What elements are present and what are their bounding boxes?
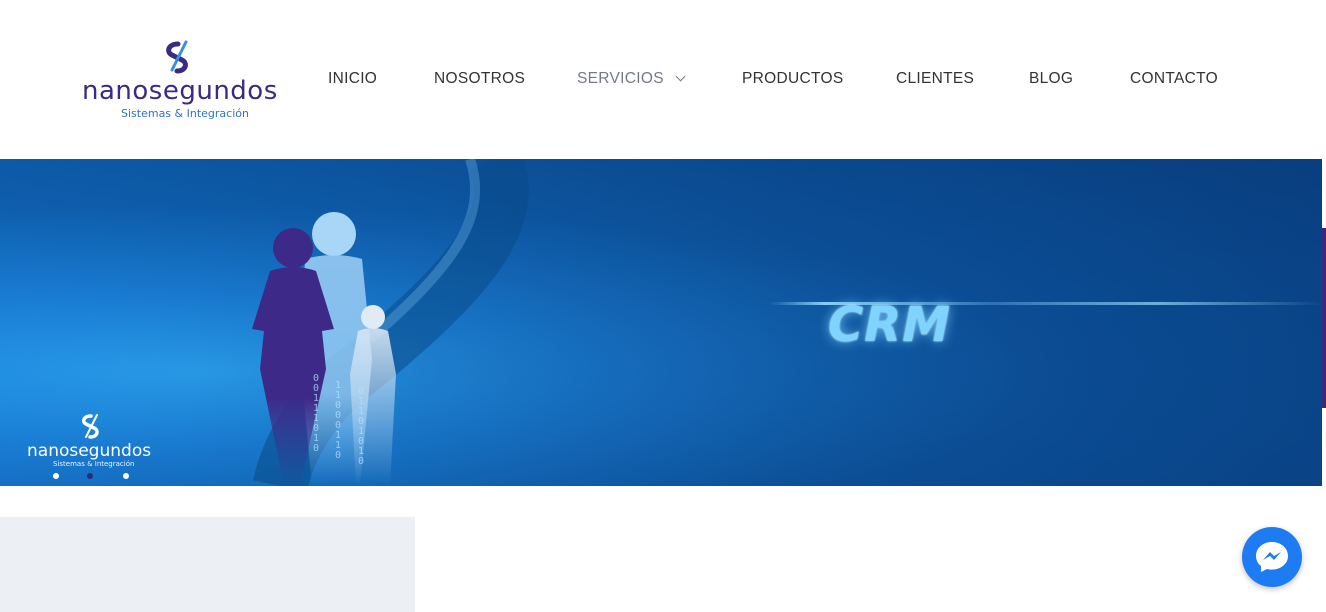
slider-dot-2[interactable]: [87, 473, 93, 479]
nav-servicios[interactable]: SERVICIOS: [577, 70, 686, 88]
slider-pagination: [50, 473, 140, 481]
site-header: nanosegundos Sistemas & Integración INIC…: [0, 0, 1326, 159]
nav-clientes[interactable]: CLIENTES: [896, 70, 974, 88]
binary-stream-1: 0 0 1 1 1 0 1 0: [313, 373, 320, 454]
messenger-chat-button[interactable]: [1242, 527, 1302, 587]
main-nav: INICIO NOSOTROS SERVICIOS PRODUCTOS CLIE…: [0, 70, 1326, 90]
family-illustration: [252, 159, 529, 486]
side-tab[interactable]: [1322, 228, 1326, 408]
messenger-icon: [1256, 542, 1288, 572]
logo-tagline: Sistemas & Integración: [121, 107, 249, 120]
nav-productos[interactable]: PRODUCTOS: [742, 70, 843, 88]
nav-blog[interactable]: BLOG: [1029, 70, 1073, 88]
slider-dot-1[interactable]: [53, 473, 59, 479]
hero-slider[interactable]: 0 0 1 1 1 0 1 0 1 1 0 0 0 1 1 0 0 1 1 0 …: [0, 159, 1322, 486]
binary-stream-2: 1 1 0 0 0 1 1 0: [335, 380, 342, 461]
slider-dot-3[interactable]: [123, 473, 129, 479]
nav-nosotros[interactable]: NOSOTROS: [434, 70, 525, 88]
slide-logo-tagline: Sistemas & Integración: [53, 460, 135, 468]
binary-stream-3: 0 1 1 0 1 0 1 0: [358, 386, 365, 467]
slide-headline: CRM: [828, 297, 951, 353]
nav-servicios-label: SERVICIOS: [577, 70, 664, 87]
nav-contacto[interactable]: CONTACTO: [1130, 70, 1218, 88]
slide-logo-mark-icon: [81, 414, 99, 439]
nav-inicio[interactable]: INICIO: [328, 70, 377, 88]
chevron-down-icon: [675, 71, 686, 82]
content-block: [0, 517, 415, 612]
slide-logo-wordmark: nanosegundos: [27, 441, 152, 461]
